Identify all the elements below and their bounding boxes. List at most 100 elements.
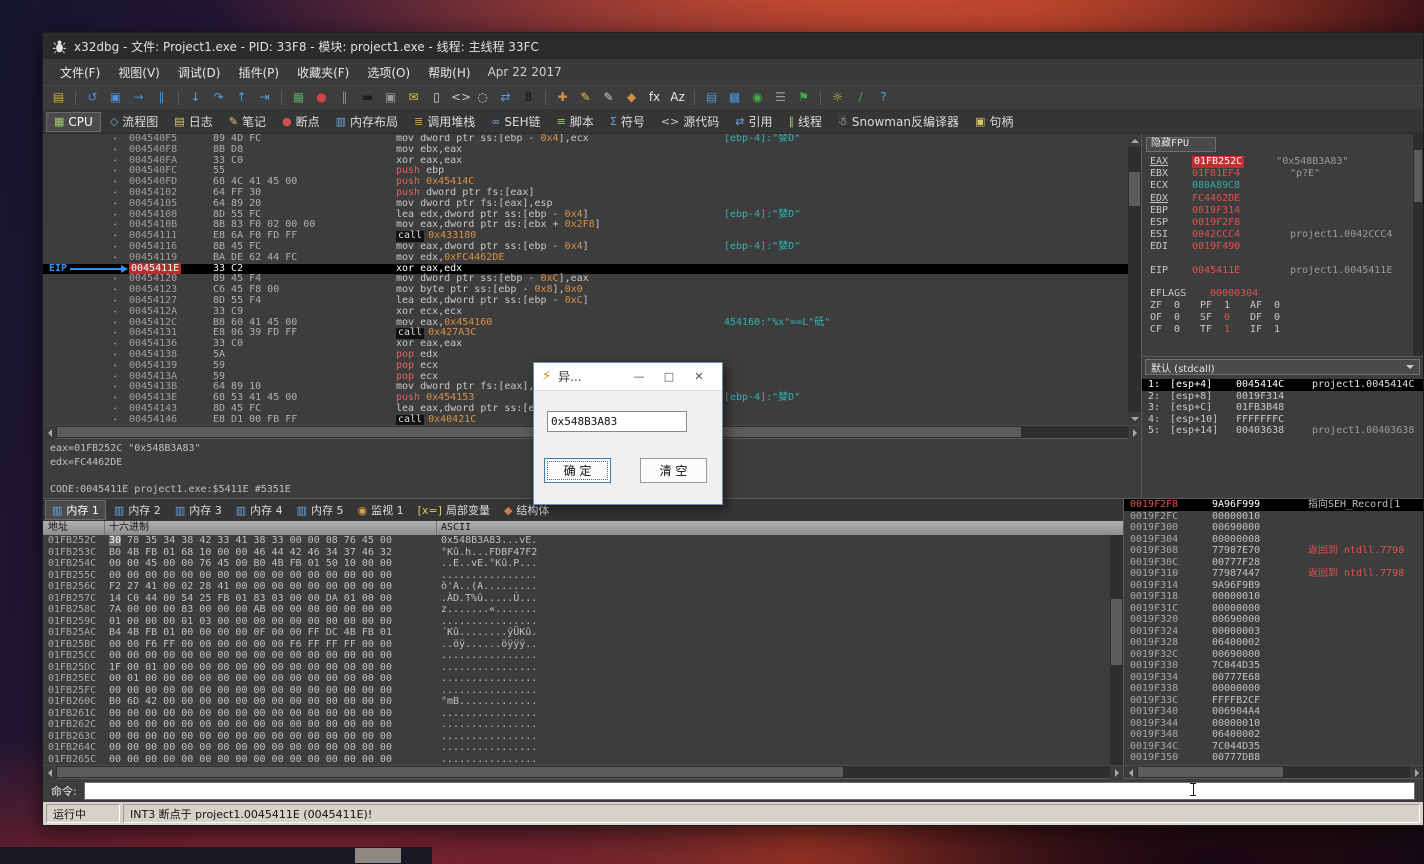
stack-row[interactable]: 0019F320 00690000 [1124, 614, 1423, 626]
references-icon[interactable]: ⇄ [497, 89, 514, 106]
register-row[interactable]: ESP 0019F2F8 [1142, 217, 1412, 229]
scrollbar-thumb[interactable] [1414, 150, 1422, 202]
dump-row[interactable]: 01FB259C 01 00 00 00 01 03 00 00 00 00 00… [43, 616, 1110, 628]
dump-row[interactable]: 01FB260C B0 6D 42 00 00 00 00 00 00 00 00… [43, 696, 1110, 708]
menu-item[interactable]: 收藏夹(F) [288, 61, 358, 84]
register-row[interactable]: ESI 0042CCC4 project1.0042CCC4 [1142, 229, 1412, 241]
stack-row[interactable]: 0019F34C 7C044D35 [1124, 741, 1423, 753]
stack-row[interactable]: 0019F32C 00690000 [1124, 649, 1423, 661]
disasm-row[interactable]: • 004540F8 8B D8 mov ebx,eax [43, 144, 1128, 156]
dump-row[interactable]: 01FB25AC B4 4B FB 01 00 00 00 00 0F 00 00… [43, 627, 1110, 639]
tab-seh[interactable]: ∞ SEH链 [484, 111, 547, 132]
scroll-right-arrow-icon[interactable] [1410, 766, 1423, 778]
comment-icon[interactable]: ✎ [577, 89, 594, 106]
close-debuggee-icon[interactable]: ▣ [107, 89, 124, 106]
register-row[interactable]: ECX 080A89C8 [1142, 180, 1412, 192]
scrollbar-thumb[interactable] [1129, 172, 1140, 206]
taskbar-button[interactable] [355, 848, 401, 863]
windows-icon[interactable]: ▣ [382, 89, 399, 106]
disasm-row[interactable]: • 004540FD 68 4C 41 45 00 push 0x45414C [43, 176, 1128, 188]
menu-item[interactable]: 选项(O) [358, 61, 419, 84]
title-bar[interactable]: x32dbg - 文件: Project1.exe - PID: 33F8 - … [43, 33, 1423, 59]
grid-icon[interactable]: ▩ [726, 89, 743, 106]
scroll-up-arrow-icon[interactable] [1128, 134, 1141, 147]
dump-row[interactable]: 01FB261C 00 00 00 00 00 00 00 00 00 00 00… [43, 708, 1110, 720]
disasm-row[interactable]: • 00454119 BA DE 62 44 FC mov edx,0xFC4462DE [43, 252, 1128, 264]
calculator-icon[interactable]: 8 [520, 89, 537, 106]
stack-row[interactable]: 0019F310 77987447 返回到 ntdll.7798 [1124, 568, 1423, 580]
stack-row[interactable]: 0019F338 00000000 [1124, 683, 1423, 695]
tab-breakpoints[interactable]: ● 断点 [275, 111, 327, 132]
dump-row[interactable]: 01FB25FC 00 00 00 00 00 00 00 00 00 00 00… [43, 685, 1110, 697]
dump-row[interactable]: 01FB25CC 00 00 00 00 00 00 00 00 00 00 00… [43, 650, 1110, 662]
stack-row[interactable]: 0019F31C 00000000 [1124, 603, 1423, 615]
register-row[interactable]: EAX 01FB252C "0x548B3A83" [1142, 156, 1412, 169]
argument-row[interactable]: 5: [esp+14] 00403638 project1.00403638 [1142, 425, 1423, 437]
scrollbar-thumb[interactable] [57, 767, 843, 777]
disasm-row[interactable]: • 0045412A 33 C9 xor ecx,ecx [43, 306, 1128, 318]
scroll-left-arrow-icon[interactable] [43, 426, 56, 439]
maximize-button[interactable]: □ [654, 370, 684, 383]
stack-rows[interactable]: 0019F2F8 9A96F999 指向SEH_Record[1 0019F2FC 00… [1124, 499, 1423, 765]
registers-view[interactable]: 隐藏FPU EAX 01FB252C "0x548B3A83" EBX 01F81EF4 "… [1142, 134, 1423, 357]
tab-snowman[interactable]: ☃ Snowman反编译器 [831, 111, 966, 132]
tab-memory-map[interactable]: ▥ 内存布局 [329, 111, 405, 132]
dump-row[interactable]: 01FB262C 00 00 00 00 00 00 00 00 00 00 00… [43, 719, 1110, 731]
tab-notes[interactable]: ✎ 笔记 [222, 111, 273, 132]
clear-button[interactable]: 清 空 [640, 458, 707, 483]
search-icon[interactable]: ◌ [474, 89, 491, 106]
scroll-right-arrow-icon[interactable] [1128, 426, 1141, 439]
argument-row[interactable]: 4: [esp+10] FFFFFFFC [1142, 414, 1423, 426]
disassembly-vertical-scrollbar[interactable] [1128, 134, 1141, 425]
dump-rows[interactable]: 01FB252C 30 78 35 34 38 42 33 41 38 33 00… [43, 535, 1110, 765]
dump-row[interactable]: 01FB255C 00 00 00 00 00 00 00 00 00 00 00… [43, 570, 1110, 582]
scrollbar-thumb[interactable] [1138, 767, 1283, 777]
menu-item[interactable]: 调试(D) [169, 61, 230, 84]
stack-row[interactable]: 0019F2FC 00000010 [1124, 511, 1423, 523]
stack-row[interactable]: 0019F300 00690000 [1124, 522, 1423, 534]
register-row[interactable]: EBP 0019F314 [1142, 205, 1412, 217]
hide-fpu-button[interactable]: 隐藏FPU [1146, 137, 1216, 152]
stack-row[interactable]: 0019F350 00777DB8 [1124, 752, 1423, 764]
tab-log[interactable]: ▤ 日志 [167, 111, 219, 132]
menu-item[interactable]: 插件(P) [229, 61, 288, 84]
log-icon[interactable]: ▯ [428, 89, 445, 106]
register-row[interactable]: EBX 01F81EF4 "p?E" [1142, 168, 1412, 180]
disasm-row[interactable]: • 00454131 E8 06 39 FD FF call 0x427A3C [43, 327, 1128, 340]
tab-watch-1[interactable]: ◉ 监视 1 [352, 501, 410, 519]
calling-convention-select[interactable]: 默认 (stdcall) [1145, 359, 1420, 375]
breakpoints-icon[interactable]: ● [313, 89, 330, 106]
tab-dump-1[interactable]: ▥ 内存 1 [45, 500, 106, 520]
stack-row[interactable]: 0019F334 00777E68 [1124, 672, 1423, 684]
disasm-row[interactable]: • 00454102 64 FF 30 push dword ptr fs:[eax] [43, 187, 1128, 199]
dump-row[interactable]: 01FB256C F2 27 41 00 02 28 41 00 00 00 00… [43, 581, 1110, 593]
menu-item[interactable]: 文件(F) [51, 61, 109, 84]
notes-icon[interactable]: ✉ [405, 89, 422, 106]
label-icon[interactable]: ✎ [600, 89, 617, 106]
dump-row[interactable]: 01FB25EC 00 01 00 00 00 00 00 00 00 00 00… [43, 673, 1110, 685]
serial-input[interactable] [547, 411, 687, 432]
stack-horizontal-scrollbar[interactable] [1124, 765, 1423, 778]
tab-call-stack[interactable]: ≣ 调用堆栈 [407, 111, 482, 132]
tab-references[interactable]: ⇄ 引用 [728, 111, 779, 132]
disasm-row[interactable]: • 004540FC 55 push ebp [43, 165, 1128, 177]
tab-symbols[interactable]: Σ 符号 [603, 111, 652, 132]
argument-row[interactable]: 2: [esp+8] 0019F314 [1142, 391, 1423, 403]
help-icon[interactable]: ? [875, 89, 892, 106]
run-icon[interactable]: → [130, 89, 147, 106]
fx-icon[interactable]: fx [646, 89, 663, 106]
menu-item[interactable]: 视图(V) [109, 61, 169, 84]
stack-row[interactable]: 0019F340 006904A4 [1124, 706, 1423, 718]
disasm-row[interactable]: • 00454136 33 C0 xor eax,eax [43, 338, 1128, 350]
disasm-row[interactable]: • 004540F5 89 4D FC mov dword ptr ss:[ebp - … [43, 134, 1128, 145]
disasm-row[interactable]: • 0045412C B8 60 41 45 00 mov eax,0x454160 45… [43, 317, 1128, 329]
dump-horizontal-scrollbar[interactable] [43, 765, 1123, 779]
execute-till-return-icon[interactable]: ⇥ [256, 89, 273, 106]
bookmark-icon[interactable]: ◆ [623, 89, 640, 106]
disasm-row[interactable]: • 00454138 5A pop edx [43, 349, 1128, 361]
menu-item[interactable]: 帮助(H) [419, 61, 479, 84]
ok-button[interactable]: 确 定 [544, 458, 611, 483]
tab-dump-2[interactable]: ▥ 内存 2 [108, 501, 167, 519]
stack-row[interactable]: 0019F348 06400002 [1124, 729, 1423, 741]
stack-row[interactable]: 0019F330 7C044D35 [1124, 660, 1423, 672]
